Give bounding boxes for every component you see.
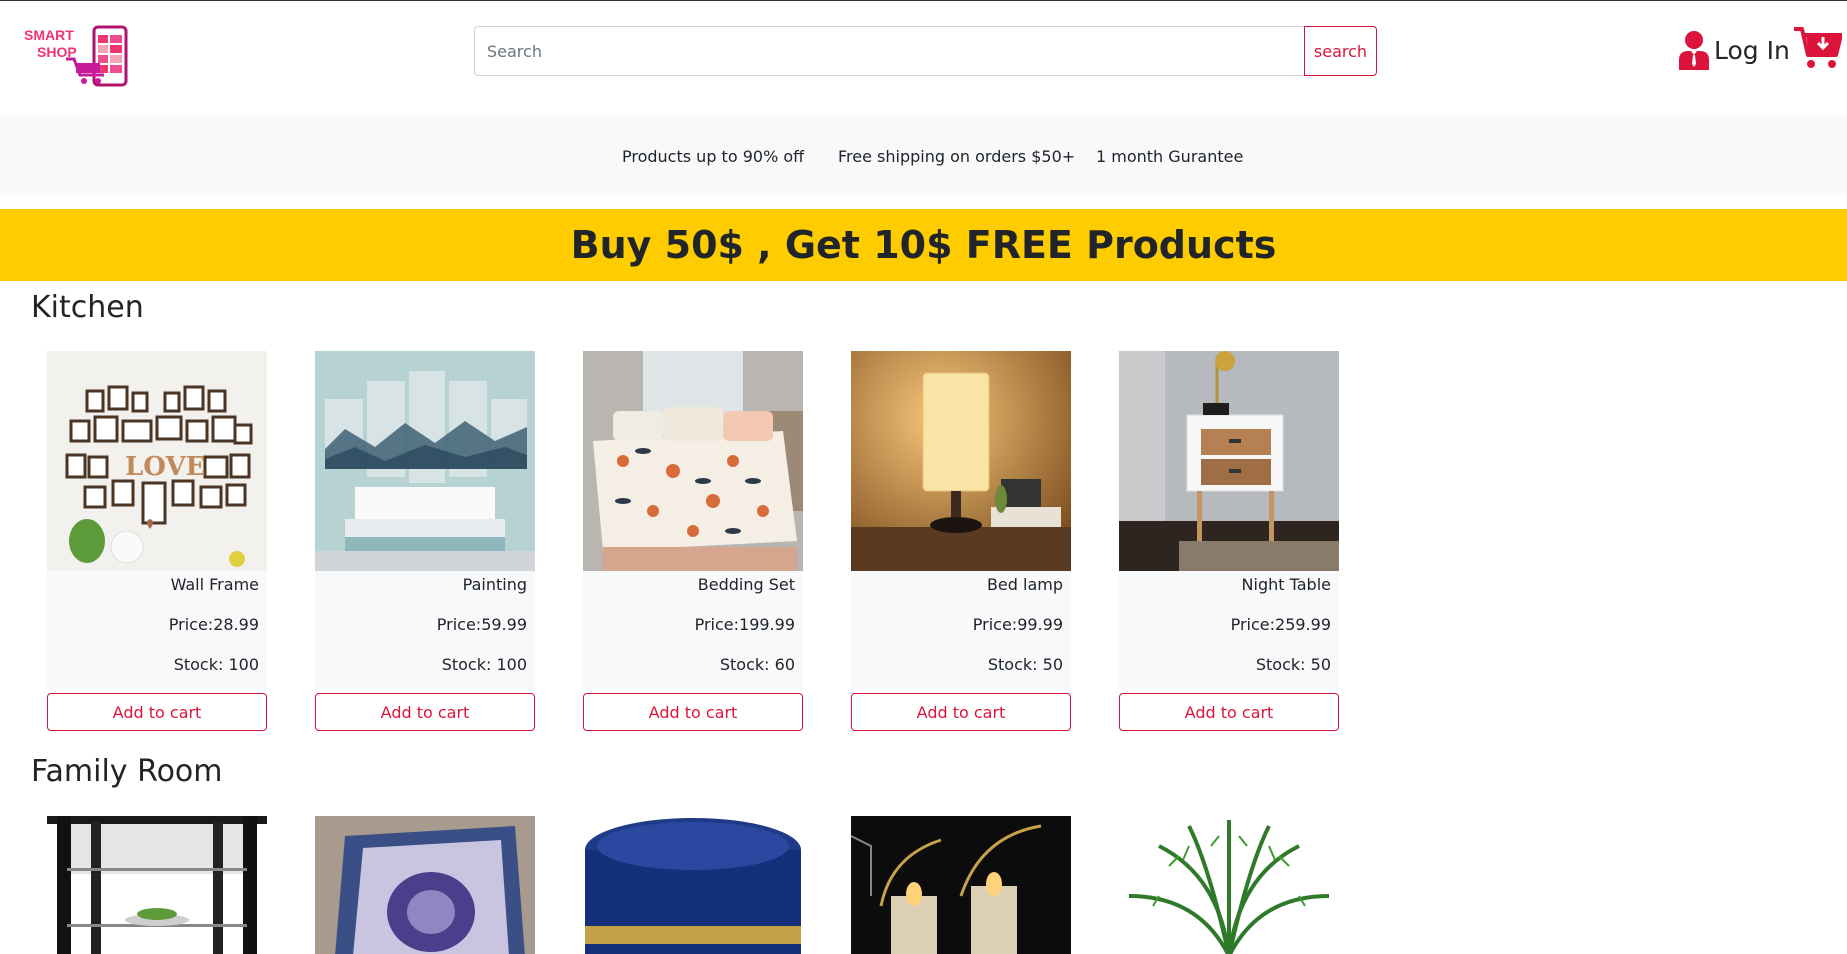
product-card-bedding-set: Bedding Set Price:199.99 Stock: 60 Add t… — [583, 351, 803, 731]
promo-text: Buy 50$ , Get 10$ FREE Products — [570, 223, 1277, 267]
product-info: Wall Frame Price:28.99 Stock: 100 — [47, 571, 267, 691]
product-info: Bedding Set Price:199.99 Stock: 60 — [583, 571, 803, 691]
logo-text-smart: SMART — [24, 27, 74, 43]
info-free-shipping: Free shipping on orders $50+ — [838, 147, 1076, 166]
cart-icon[interactable] — [1794, 25, 1842, 71]
product-stock: Stock: 60 — [719, 655, 795, 674]
product-price: Price:199.99 — [694, 615, 795, 634]
candle-holder-image — [851, 816, 1071, 954]
product-card-candle-holder — [851, 816, 1071, 954]
product-name: Painting — [462, 575, 527, 594]
ottoman-image — [583, 816, 803, 954]
bedding-set-image — [583, 351, 803, 571]
palm-plant-image — [1119, 816, 1339, 954]
info-discount: Products up to 90% off — [622, 147, 805, 166]
bed-lamp-image — [851, 351, 1071, 571]
product-info: Painting Price:59.99 Stock: 100 — [315, 571, 535, 691]
product-name: Night Table — [1241, 575, 1331, 594]
product-name: Bed lamp — [986, 575, 1063, 594]
product-name: Bedding Set — [697, 575, 795, 594]
product-stock: Stock: 50 — [1255, 655, 1331, 674]
add-to-cart-button[interactable]: Add to cart — [315, 693, 535, 731]
shelf-image — [47, 816, 267, 954]
product-card-ottoman — [583, 816, 803, 954]
info-bar: Products up to 90% off Free shipping on … — [0, 115, 1847, 193]
svg-text:LOVE: LOVE — [125, 452, 205, 482]
add-to-cart-button[interactable]: Add to cart — [1119, 693, 1339, 731]
product-card-shelf — [47, 816, 267, 954]
info-guarantee: 1 month Gurantee — [1096, 147, 1244, 166]
search-bar: search — [474, 26, 1377, 76]
night-table-image — [1119, 351, 1339, 571]
add-to-cart-button[interactable]: Add to cart — [47, 693, 267, 731]
search-input[interactable] — [474, 26, 1304, 76]
section-title-kitchen: Kitchen — [31, 290, 144, 325]
product-price: Price:59.99 — [436, 615, 527, 634]
product-stock: Stock: 50 — [987, 655, 1063, 674]
logo-text-shop: SHOP — [37, 44, 77, 60]
rug-image — [315, 816, 535, 954]
promo-banner: Buy 50$ , Get 10$ FREE Products — [0, 209, 1847, 281]
product-price: Price:99.99 — [972, 615, 1063, 634]
login-label: Log In — [1714, 35, 1790, 65]
product-price: Price:259.99 — [1230, 615, 1331, 634]
product-card-rug — [315, 816, 535, 954]
add-to-cart-button[interactable]: Add to cart — [583, 693, 803, 731]
wall-frame-image: LOVE — [47, 351, 267, 571]
product-stock: Stock: 100 — [173, 655, 259, 674]
user-icon — [1679, 31, 1709, 70]
product-stock: Stock: 100 — [441, 655, 527, 674]
add-to-cart-button[interactable]: Add to cart — [851, 693, 1071, 731]
product-card-bed-lamp: Bed lamp Price:99.99 Stock: 50 Add to ca… — [851, 351, 1071, 731]
product-card-palm-plant — [1119, 816, 1339, 954]
login-link[interactable]: Log In — [1678, 27, 1790, 73]
section-title-family-room: Family Room — [31, 754, 223, 789]
search-button[interactable]: search — [1304, 26, 1377, 76]
smart-shop-logo[interactable]: SMART SHOP — [24, 25, 128, 87]
product-price: Price:28.99 — [168, 615, 259, 634]
product-card-wall-frame: LOVE Wall Frame Price:28.99 Stock: 100 A… — [47, 351, 267, 731]
painting-image — [315, 351, 535, 571]
product-info: Night Table Price:259.99 Stock: 50 — [1119, 571, 1339, 691]
product-name: Wall Frame — [170, 575, 259, 594]
site-header: SMART SHOP search Log In — [0, 1, 1847, 114]
product-card-painting: Painting Price:59.99 Stock: 100 Add to c… — [315, 351, 535, 731]
product-info: Bed lamp Price:99.99 Stock: 50 — [851, 571, 1071, 691]
product-card-night-table: Night Table Price:259.99 Stock: 50 Add t… — [1119, 351, 1339, 731]
